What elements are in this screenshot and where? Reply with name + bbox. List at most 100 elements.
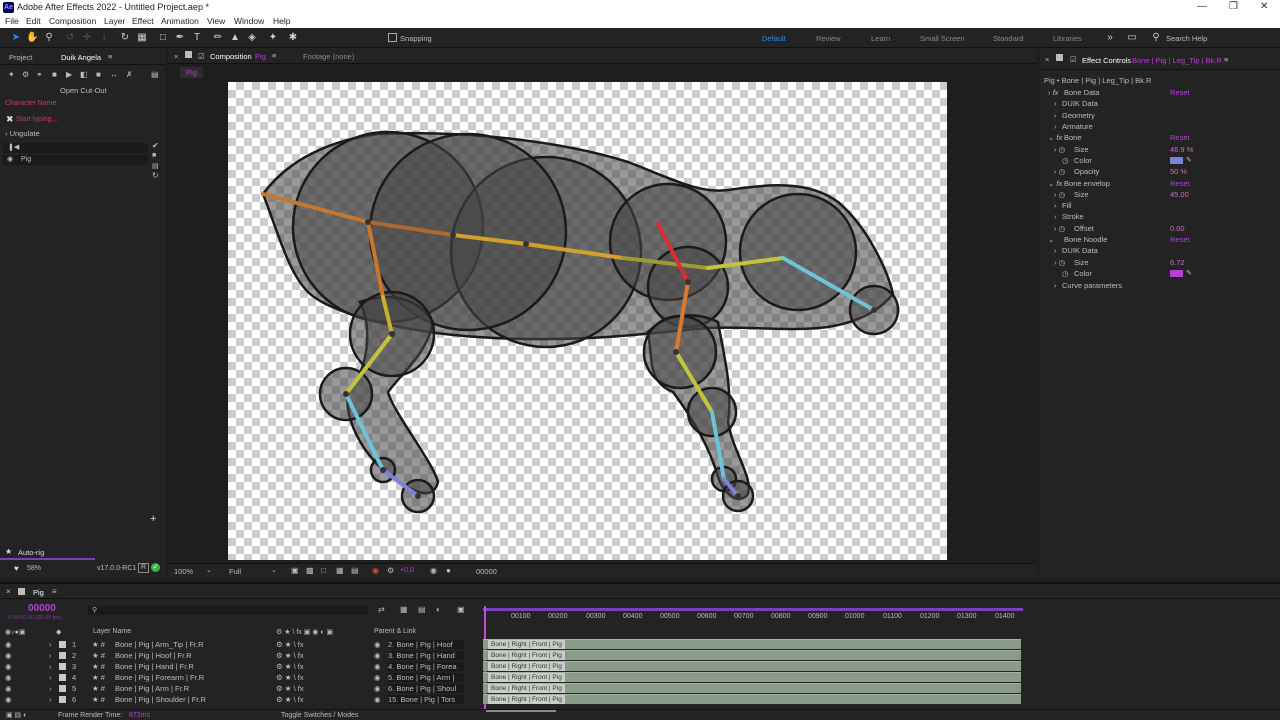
search-icon[interactable]: ⚲ bbox=[1150, 32, 1162, 44]
layer-name[interactable]: Bone | Pig | Forearm | Fr.R bbox=[115, 673, 204, 682]
channel-icon[interactable]: ▤ bbox=[351, 566, 359, 575]
limb-selector[interactable]: ❚◀ bbox=[3, 143, 148, 153]
puppet-pin-tool-icon[interactable]: ✱ bbox=[287, 32, 299, 44]
layer-name[interactable]: Bone | Pig | Shoulder | Fr.R bbox=[115, 695, 206, 704]
toggle-switches-button[interactable]: Toggle Switches / Modes bbox=[281, 712, 358, 719]
maximize-button[interactable]: ❐ bbox=[1229, 1, 1238, 12]
menu-help[interactable]: Help bbox=[273, 16, 290, 26]
layer-search-input[interactable]: ⚲ bbox=[88, 606, 368, 615]
menu-animation[interactable]: Animation bbox=[161, 16, 199, 26]
constraint-tool-icon[interactable]: ⚙ bbox=[22, 70, 29, 79]
type-tool-icon[interactable]: T bbox=[191, 32, 203, 44]
autorig-button[interactable]: Auto-rig bbox=[18, 548, 44, 557]
effect-bone-envelop[interactable]: ⌄ fx Bone envelop Reset bbox=[1040, 178, 1280, 189]
panels-icon[interactable]: ▭ bbox=[1126, 32, 1138, 44]
hide-shy-icon[interactable]: ▤ bbox=[418, 605, 426, 614]
close-tab-icon[interactable]: × bbox=[174, 52, 178, 61]
prop-bone-opacity[interactable]: › ◷ Opacity 50 % bbox=[1040, 166, 1280, 177]
rotation-tool-icon[interactable]: ↻ bbox=[119, 32, 131, 44]
menu-composition[interactable]: Composition bbox=[49, 16, 96, 26]
layer-icon[interactable]: ▤ bbox=[152, 162, 159, 170]
expand-arrow-icon[interactable]: › bbox=[49, 684, 52, 693]
folder-icon[interactable]: ■ bbox=[152, 152, 156, 159]
menu-view[interactable]: View bbox=[207, 16, 225, 26]
zoom-slider[interactable] bbox=[486, 710, 556, 712]
group-noodle-duik-data[interactable]: › DUIK Data bbox=[1040, 245, 1280, 256]
play-tool-icon[interactable]: ▶ bbox=[66, 70, 72, 79]
parent-dropdown[interactable]: 15. Bone | Pig | Tors bbox=[388, 695, 464, 704]
group-armature[interactable]: › Armature bbox=[1040, 121, 1280, 132]
group-geometry[interactable]: › Geometry bbox=[1040, 110, 1280, 121]
parent-dropdown[interactable]: 5. Bone | Pig | Arm | bbox=[388, 673, 464, 682]
workspace-small-screen[interactable]: Small Screen bbox=[920, 34, 965, 43]
layer-name[interactable]: Bone | Pig | Hoof | Fr.R bbox=[115, 651, 192, 660]
zoom-dropdown[interactable]: 100% bbox=[174, 567, 193, 576]
effect-bone-noodle[interactable]: ⌄ Bone Noodle Reset bbox=[1040, 234, 1280, 245]
noodle-color-swatch[interactable] bbox=[1170, 270, 1183, 277]
hand-tool-icon[interactable]: ✋ bbox=[26, 32, 38, 44]
layer-switches[interactable]: ⚙ ★ \ fx bbox=[276, 673, 304, 682]
label-color[interactable] bbox=[59, 696, 66, 703]
label-color[interactable] bbox=[59, 674, 66, 681]
search-help-field[interactable]: Search Help bbox=[1166, 34, 1207, 43]
close-tab-icon[interactable]: × bbox=[6, 587, 11, 596]
label-color[interactable] bbox=[59, 641, 66, 648]
timeline-timecode[interactable]: 00000 bbox=[28, 603, 56, 614]
layer-bar[interactable]: Bone | Right | Front | Pig bbox=[483, 694, 1021, 704]
selection-tool-icon[interactable]: ➤ bbox=[10, 32, 22, 44]
layer-bar[interactable]: Bone | Right | Front | Pig bbox=[483, 650, 1021, 660]
close-button[interactable]: ✕ bbox=[1260, 1, 1268, 12]
pickwhip-icon[interactable]: ◉ bbox=[374, 640, 381, 649]
parent-dropdown[interactable]: 2. Bone | Pig | Hoof bbox=[388, 640, 464, 649]
workspace-libraries[interactable]: Libraries bbox=[1053, 34, 1082, 43]
label-color[interactable] bbox=[59, 685, 66, 692]
color-management-icon[interactable]: ◉ bbox=[372, 566, 379, 575]
prop-bone-size[interactable]: › ◷ Size 46.9 % bbox=[1040, 144, 1280, 155]
rotate-tool-icon[interactable]: ↺ bbox=[64, 32, 76, 44]
footer-icons[interactable]: ▣ ▤ ◐ bbox=[6, 711, 27, 719]
tab-footage[interactable]: Footage (none) bbox=[303, 52, 354, 61]
tab-duik-angela[interactable]: Duik Angela bbox=[61, 53, 101, 62]
validate-check-icon[interactable]: ✔ bbox=[152, 141, 159, 150]
draft-3d-icon[interactable]: ▦ bbox=[400, 605, 408, 614]
link-tool-icon[interactable]: ⚭ bbox=[36, 70, 43, 79]
layer-bar[interactable]: Bone | Right | Front | Pig bbox=[483, 661, 1021, 671]
work-area-bar[interactable] bbox=[483, 608, 1023, 611]
roto-brush-tool-icon[interactable]: ✦ bbox=[267, 32, 279, 44]
workspace-default[interactable]: Default bbox=[762, 34, 786, 43]
clone-stamp-tool-icon[interactable]: ▲ bbox=[229, 32, 241, 44]
group-curve-parameters[interactable]: › Curve parameters bbox=[1040, 280, 1280, 291]
layer-switches[interactable]: ⚙ ★ \ fx bbox=[276, 662, 304, 671]
motion-blur-icon[interactable]: ◐ bbox=[436, 605, 441, 614]
comp-mini-flowchart-icon[interactable]: ⇄ bbox=[378, 605, 385, 614]
eyedropper-icon[interactable]: ✎ bbox=[1186, 156, 1192, 164]
eye-icon[interactable]: ◉ bbox=[5, 684, 12, 693]
parent-dropdown[interactable]: 4. Bone | Pig | Forea bbox=[388, 662, 464, 671]
rc-badge[interactable]: R bbox=[138, 563, 149, 573]
clear-icon[interactable]: ✖ bbox=[6, 114, 14, 125]
show-snapshot-icon[interactable]: ● bbox=[446, 566, 451, 575]
group-stroke[interactable]: › Stroke bbox=[1040, 211, 1280, 222]
layer-bar[interactable]: Bone | Right | Front | Pig bbox=[483, 672, 1021, 682]
eye-icon[interactable]: ◉ bbox=[5, 673, 12, 682]
layer-switches[interactable]: ⚙ ★ \ fx bbox=[276, 640, 304, 649]
workspace-overflow-icon[interactable]: » bbox=[1104, 32, 1116, 44]
prop-noodle-color[interactable]: ◷ Color ✎ bbox=[1040, 268, 1280, 279]
pan-tool-icon[interactable]: ↕ bbox=[98, 32, 110, 44]
layer-name[interactable]: Bone | Pig | Arm | Fr.R bbox=[115, 684, 189, 693]
eraser-tool-icon[interactable]: ◈ bbox=[246, 32, 258, 44]
expand-arrow-icon[interactable]: › bbox=[49, 651, 52, 660]
menu-file[interactable]: File bbox=[5, 16, 19, 26]
pickwhip-icon[interactable]: ◉ bbox=[374, 673, 381, 682]
transparency-grid-icon[interactable]: ▩ bbox=[306, 566, 314, 575]
brush-tool-icon[interactable]: ✏ bbox=[212, 32, 224, 44]
add-icon[interactable]: + bbox=[150, 513, 156, 525]
zoom-tool-icon[interactable]: ⚲ bbox=[43, 32, 55, 44]
io-tool-icon[interactable]: ↔ bbox=[110, 70, 118, 79]
pan-behind-tool-icon[interactable]: ▦ bbox=[136, 32, 148, 44]
menu-edit[interactable]: Edit bbox=[26, 16, 41, 26]
label-color[interactable] bbox=[59, 652, 66, 659]
effect-bone-data[interactable]: › fx Bone Data Reset bbox=[1040, 87, 1280, 98]
resolution-dropdown[interactable]: Full bbox=[229, 567, 241, 576]
eye-icon[interactable]: ◉ bbox=[5, 662, 12, 671]
